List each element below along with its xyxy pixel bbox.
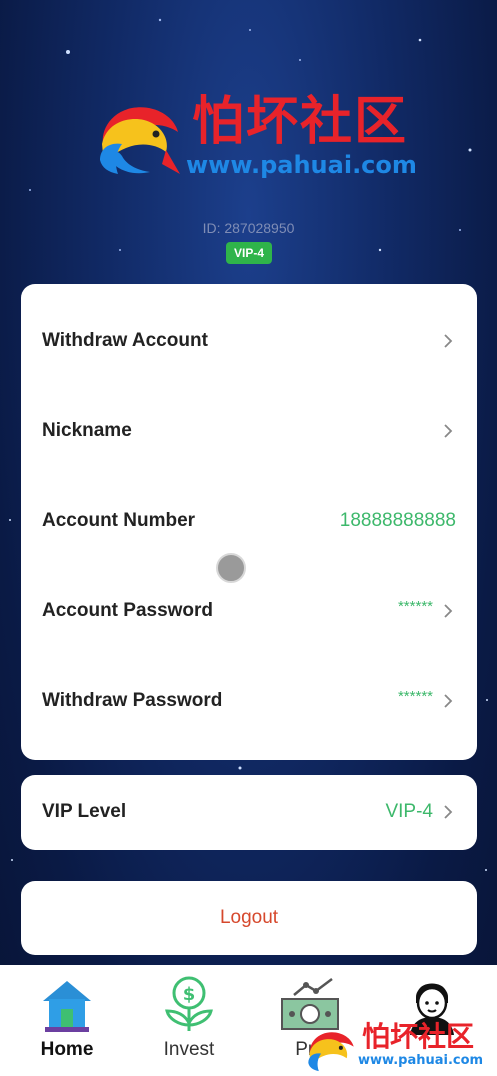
watermark-chinese-text: 怕坏社区 (362, 1020, 475, 1053)
invest-icon: $ (165, 976, 213, 1031)
app-logo: 怕坏社区 www.pahuai.com (96, 90, 417, 190)
nav-item-invest[interactable]: $ Invest (127, 965, 251, 1076)
account-password-row[interactable]: Account Password ****** (21, 566, 477, 656)
row-label: Withdraw Password (42, 690, 223, 711)
withdraw-password-row[interactable]: Withdraw Password ****** (21, 656, 477, 746)
row-label: Account Number (42, 510, 196, 531)
fish-logo-icon (100, 107, 180, 174)
chevron-right-icon (444, 424, 453, 438)
account-number-row: Account Number 18888888888 (21, 476, 477, 566)
nav-label: Home (40, 1039, 94, 1060)
nickname-row[interactable]: Nickname (21, 386, 477, 476)
chevron-right-icon (444, 805, 453, 819)
row-label: Withdraw Account (42, 330, 208, 351)
chevron-right-icon (444, 334, 453, 348)
nav-label: Invest (163, 1039, 215, 1060)
chevron-right-icon (444, 604, 453, 618)
user-id: ID: 287028950 (202, 220, 295, 236)
touch-cursor-indicator (216, 553, 246, 583)
logo-chinese-text: 怕坏社区 (192, 91, 409, 152)
account-password-value: ****** (397, 598, 433, 615)
account-number-value: 18888888888 (339, 510, 456, 531)
row-label: VIP Level (42, 801, 127, 822)
home-icon (43, 981, 91, 1032)
logout-label: Logout (219, 907, 279, 928)
logout-button[interactable]: Logout (21, 881, 477, 955)
vip-level-row[interactable]: VIP Level VIP-4 (21, 767, 477, 857)
withdraw-password-value: ****** (397, 688, 433, 705)
chevron-right-icon (444, 694, 453, 708)
account-settings-card: Withdraw Account Nickname Account Number… (21, 284, 477, 760)
row-label: Account Password (42, 600, 214, 621)
fish-watermark-icon (308, 1032, 354, 1072)
row-label: Nickname (42, 420, 132, 441)
svg-text:$: $ (183, 984, 196, 1005)
logo-url-text: www.pahuai.com (186, 151, 417, 179)
nav-item-home[interactable]: Home (5, 965, 129, 1076)
watermark-logo: 怕坏社区 www.pahuai.com (300, 1020, 497, 1076)
withdraw-account-row[interactable]: Withdraw Account (21, 296, 477, 386)
vip-badge: VIP-4 (226, 242, 272, 264)
vip-level-value: VIP-4 (385, 801, 433, 822)
watermark-url-text: www.pahuai.com (358, 1053, 484, 1068)
vip-level-card[interactable]: VIP Level VIP-4 (21, 775, 477, 850)
